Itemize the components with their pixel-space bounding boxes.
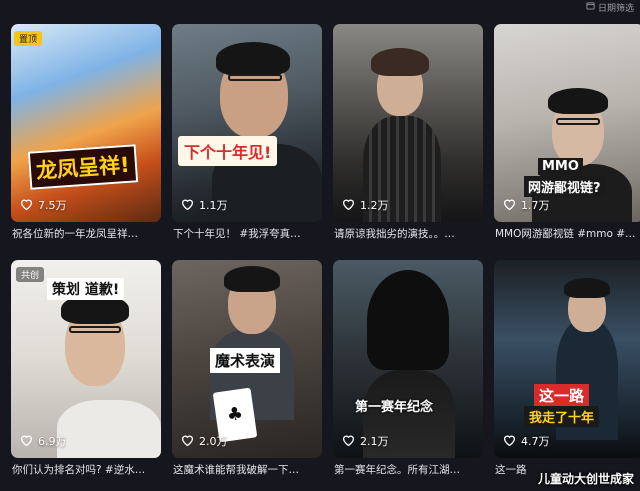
person-hair xyxy=(548,88,608,114)
like-count: 1.1万 xyxy=(181,197,228,213)
video-thumbnail[interactable]: 魔术表演 ♣ 2.0万 xyxy=(172,260,322,458)
heart-icon xyxy=(342,434,355,449)
collab-badge: 共创 xyxy=(16,267,45,282)
heart-icon xyxy=(342,198,355,213)
thumbnail-overlay-text: 龙凤呈祥! xyxy=(27,144,138,190)
thumbnail-overlay-text: 这一路 xyxy=(534,384,590,407)
date-filter-label: 日期筛选 xyxy=(597,3,634,14)
video-caption[interactable]: 你们认为排名对吗? #逆水… xyxy=(11,458,161,482)
video-thumbnail[interactable]: 1.2万 xyxy=(333,24,483,222)
thumbnail-overlay-text: 下个十年见! xyxy=(178,136,278,166)
heart-icon xyxy=(503,198,516,213)
video-card[interactable]: 1.2万 请原谅我拙劣的演技。。… xyxy=(333,24,483,246)
person-hair xyxy=(371,48,429,76)
video-grid: 置顶 龙凤呈祥! 7.5万 祝各位新的一年龙凤呈祥… 下个十年见! 1.1万 下… xyxy=(11,24,640,486)
like-count: 1.2万 xyxy=(342,197,389,213)
video-caption[interactable]: MMO网游鄙视链 #mmo #… xyxy=(494,222,640,246)
date-filter[interactable]: 日期筛选 xyxy=(586,0,640,14)
character-hair xyxy=(367,270,449,370)
thumbnail-overlay-text: 我走了十年 xyxy=(524,406,600,427)
like-count-value: 1.2万 xyxy=(360,199,389,212)
like-count-value: 4.7万 xyxy=(521,435,550,448)
like-count: 1.7万 xyxy=(503,197,550,213)
like-count-value: 2.1万 xyxy=(360,435,389,448)
video-card[interactable]: 魔术表演 ♣ 2.0万 这魔术谁能帮我破解一下… xyxy=(172,260,322,486)
video-card[interactable]: 置顶 龙凤呈祥! 7.5万 祝各位新的一年龙凤呈祥… xyxy=(11,24,161,246)
like-count-value: 7.5万 xyxy=(38,199,67,212)
calendar-filter-icon xyxy=(586,1,595,13)
video-caption[interactable]: 下个十年见！ #我浮夸真… xyxy=(172,222,322,246)
like-count-value: 1.7万 xyxy=(521,199,550,212)
video-thumbnail[interactable]: 第一赛年纪念 2.1万 xyxy=(333,260,483,458)
like-count-value: 2.0万 xyxy=(199,435,228,448)
video-card[interactable]: MMO 网游鄙视链? 1.7万 MMO网游鄙视链 #mmo #… xyxy=(494,24,640,246)
like-count: 4.7万 xyxy=(503,433,550,449)
person-hair xyxy=(224,266,280,292)
thumbnail-overlay-text: 策划 道歉! xyxy=(47,278,125,300)
like-count-value: 6.9万 xyxy=(38,435,67,448)
thumbnail-overlay-text: 魔术表演 xyxy=(210,348,281,373)
video-card[interactable]: 这一路 我走了十年 4.7万 这一路 xyxy=(494,260,640,486)
video-card[interactable]: 下个十年见! 1.1万 下个十年见！ #我浮夸真… xyxy=(172,24,322,246)
video-caption[interactable]: 这魔术谁能帮我破解一下… xyxy=(172,458,322,482)
video-caption[interactable]: 请原谅我拙劣的演技。。… xyxy=(333,222,483,246)
video-card[interactable]: 第一赛年纪念 2.1万 第一赛年纪念。所有江湖… xyxy=(333,260,483,486)
like-count: 2.0万 xyxy=(181,433,228,449)
heart-icon xyxy=(181,434,194,449)
video-thumbnail[interactable]: MMO 网游鄙视链? 1.7万 xyxy=(494,24,640,222)
heart-icon xyxy=(503,434,516,449)
video-thumbnail[interactable]: 这一路 我走了十年 4.7万 xyxy=(494,260,640,458)
glasses-icon xyxy=(228,74,282,81)
heart-icon xyxy=(20,198,33,213)
glasses-icon xyxy=(69,326,121,333)
thumbnail-overlay-text: 第一赛年纪念 xyxy=(355,400,434,415)
video-caption[interactable]: 第一赛年纪念。所有江湖… xyxy=(333,458,483,482)
video-card[interactable]: 共创 策划 道歉! 6.9万 你们认为排名对吗? #逆水… xyxy=(11,260,161,486)
like-count: 2.1万 xyxy=(342,433,389,449)
thumbnail-overlay-text: 网游鄙视链? xyxy=(524,176,605,197)
video-thumbnail[interactable]: 下个十年见! 1.1万 xyxy=(172,24,322,222)
like-count-value: 1.1万 xyxy=(199,199,228,212)
glasses-icon xyxy=(556,118,600,125)
pinned-badge: 置顶 xyxy=(14,31,43,46)
watermark: 儿童动大创世成家 xyxy=(537,472,634,486)
person-hair xyxy=(216,42,290,76)
person-hair xyxy=(564,278,610,298)
heart-icon xyxy=(20,434,33,449)
person-body xyxy=(57,400,161,458)
thumbnail-overlay-text: MMO xyxy=(538,158,583,175)
like-count: 6.9万 xyxy=(20,433,67,449)
heart-icon xyxy=(181,198,194,213)
like-count: 7.5万 xyxy=(20,197,67,213)
video-thumbnail[interactable]: 置顶 龙凤呈祥! 7.5万 xyxy=(11,24,161,222)
video-caption[interactable]: 祝各位新的一年龙凤呈祥… xyxy=(11,222,161,246)
video-thumbnail[interactable]: 共创 策划 道歉! 6.9万 xyxy=(11,260,161,458)
